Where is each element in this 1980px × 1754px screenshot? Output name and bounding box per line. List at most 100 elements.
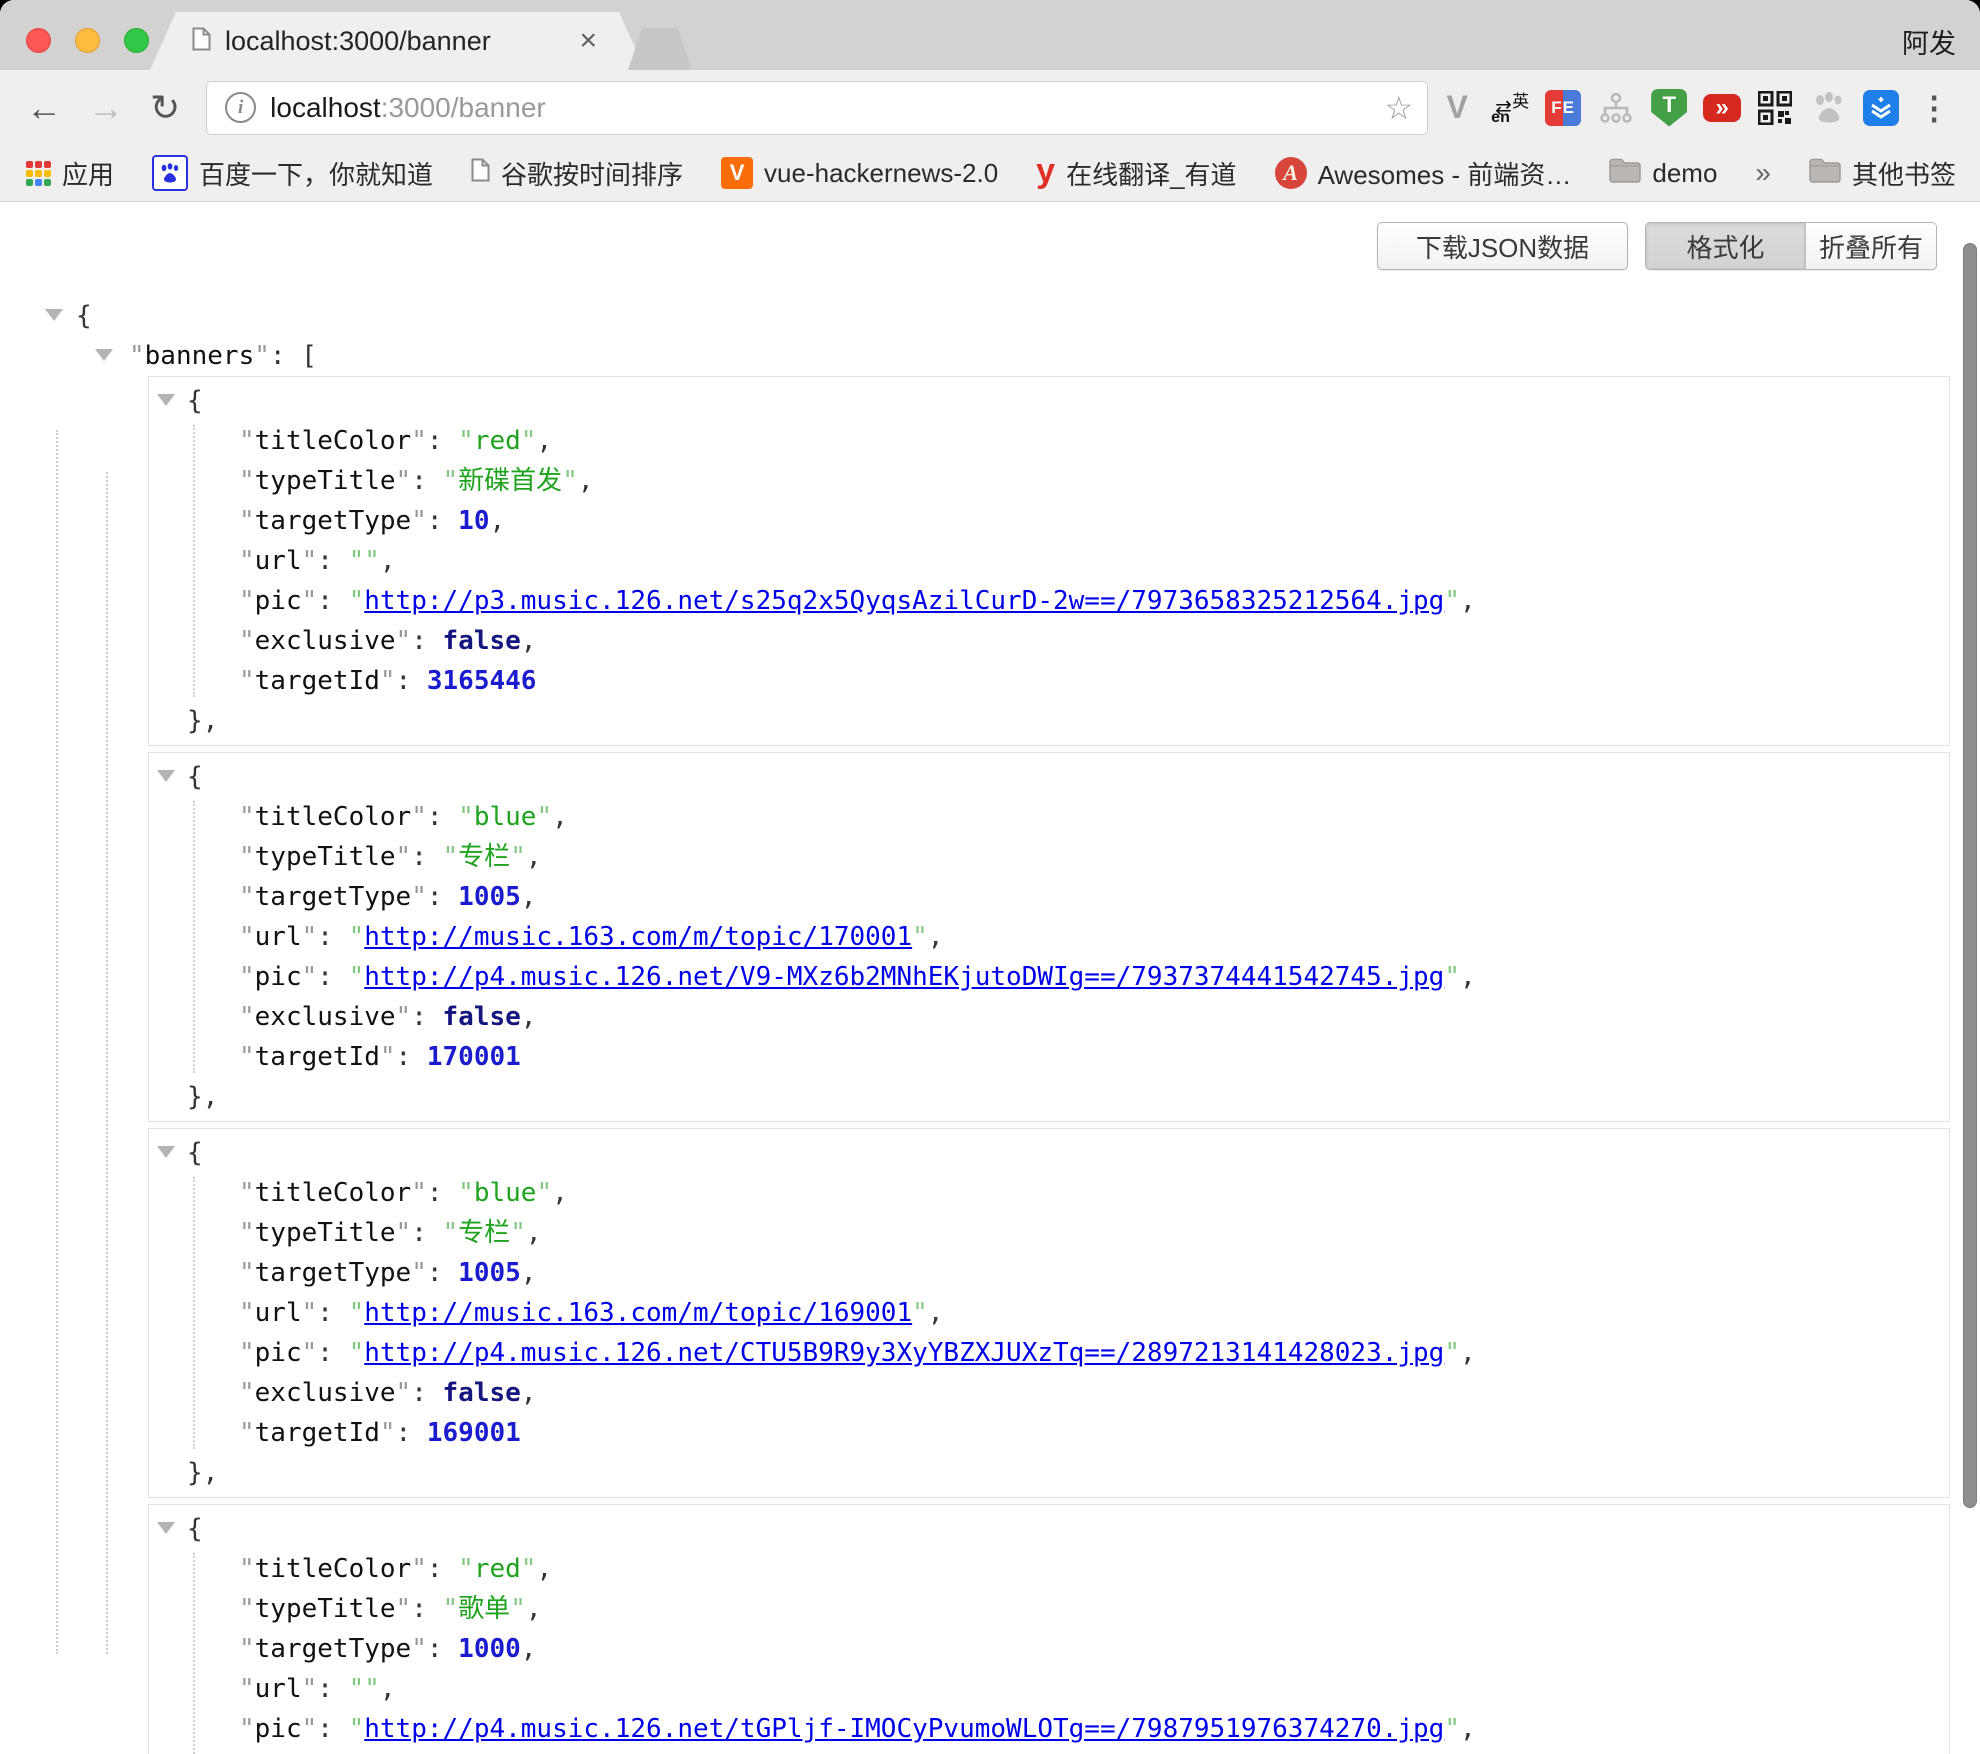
page-content: 下载JSON数据 格式化 折叠所有 { "banners": [ {"title… xyxy=(0,202,1980,1654)
json-prop-line: "titleColor": "blue", xyxy=(149,1173,1949,1213)
bookmark-label: 应用 xyxy=(62,155,114,192)
download-json-button[interactable]: 下载JSON数据 xyxy=(1377,222,1628,270)
bookmark-label: 其他书签 xyxy=(1852,155,1956,192)
json-key: targetId xyxy=(255,1418,380,1448)
json-url-link[interactable]: http://music.163.com/m/topic/170001 xyxy=(364,922,912,952)
json-key: url xyxy=(255,546,302,576)
json-object-close-line: }, xyxy=(149,1077,1949,1117)
window-close-button[interactable] xyxy=(26,28,51,53)
json-url-link[interactable]: http://music.163.com/m/topic/169001 xyxy=(364,1298,912,1328)
bookmark-label: vue-hackernews-2.0 xyxy=(764,158,998,189)
json-string-value: 专栏 xyxy=(458,842,510,872)
bookmark-item[interactable]: Vvue-hackernews-2.0 xyxy=(721,157,998,189)
info-icon[interactable]: i xyxy=(225,92,256,123)
json-url-link[interactable]: http://p4.music.126.net/tGPljf-IMOCyPvum… xyxy=(364,1714,1444,1744)
json-prop-line: "url": "", xyxy=(149,1669,1949,1709)
collapse-toggle-icon[interactable] xyxy=(157,1522,175,1534)
json-object-open-line: { xyxy=(149,381,1949,421)
browser-toolbar: ← → ↻ i localhost :3000/banner ☆ V ⇄英en FE… xyxy=(0,70,1980,145)
json-object-open-line: { xyxy=(149,757,1949,797)
window-minimize-button[interactable] xyxy=(75,28,100,53)
json-key: targetId xyxy=(255,666,380,696)
vue-devtools-icon[interactable]: V xyxy=(1438,89,1476,127)
paw-icon[interactable] xyxy=(1809,89,1847,127)
json-prop-line: "targetId": 3165446 xyxy=(149,661,1949,701)
json-url-link[interactable]: http://p3.music.126.net/s25q2x5QyqsAzilC… xyxy=(364,586,1444,616)
video-speed-icon[interactable]: » xyxy=(1703,89,1741,127)
json-prop-line: "titleColor": "red", xyxy=(149,1549,1949,1589)
json-prop-line: "pic": "http://p3.music.126.net/s25q2x5Q… xyxy=(149,581,1949,621)
json-prop-line: "targetType": 1005, xyxy=(149,1253,1949,1293)
browser-tab[interactable]: localhost:3000/banner × xyxy=(150,12,645,70)
json-key: exclusive xyxy=(255,1002,396,1032)
json-array-item-box: {"titleColor": "blue","typeTitle": "专栏",… xyxy=(148,752,1950,1122)
json-key: targetType xyxy=(255,882,412,912)
json-number-value: 170001 xyxy=(427,1042,521,1072)
page-icon xyxy=(192,27,211,56)
format-button[interactable]: 格式化 xyxy=(1646,223,1805,269)
json-string-value: red xyxy=(474,1554,521,1584)
back-icon[interactable]: ← xyxy=(26,90,62,126)
json-boolean-value: false xyxy=(443,626,521,656)
json-prop-line: "typeTitle": "歌单", xyxy=(149,1589,1949,1629)
json-array-item-box: {"titleColor": "red","typeTitle": "新碟首发"… xyxy=(148,376,1950,746)
json-key: targetType xyxy=(255,506,412,536)
json-key: titleColor xyxy=(255,802,412,832)
json-object-close-line: }, xyxy=(149,701,1949,741)
json-string-value: blue xyxy=(474,802,537,832)
scrollbar-thumb[interactable] xyxy=(1963,243,1977,1508)
fe-helper-icon[interactable]: FE xyxy=(1544,89,1582,127)
bookmark-item[interactable]: 谷歌按时间排序 xyxy=(471,155,683,192)
collapse-toggle-icon[interactable] xyxy=(157,394,175,406)
tab-close-icon[interactable]: × xyxy=(579,26,597,56)
translate-icon[interactable]: ⇄英en xyxy=(1491,89,1529,127)
sync-chevron-icon[interactable] xyxy=(1862,89,1900,127)
json-prop-line: "typeTitle": "新碟首发", xyxy=(149,461,1949,501)
bookmark-item[interactable]: 百度一下，你就知道 xyxy=(152,155,433,192)
json-key: pic xyxy=(255,962,302,992)
json-key: targetType xyxy=(255,1634,412,1664)
extensions-row: V ⇄英en FE T » ⋮ xyxy=(1438,89,1953,127)
json-url-link[interactable]: http://p4.music.126.net/CTU5B9R9y3XyYBZX… xyxy=(364,1338,1444,1368)
collapse-toggle-icon[interactable] xyxy=(157,770,175,782)
view-toggle-group: 格式化 折叠所有 xyxy=(1645,222,1937,270)
json-viewer: { "banners": [ {"titleColor": "red","typ… xyxy=(0,296,1980,1654)
bookmark-label: 在线翻译_有道 xyxy=(1066,155,1236,192)
new-tab-button[interactable] xyxy=(628,28,692,70)
collapse-toggle-icon[interactable] xyxy=(95,349,113,361)
json-prop-line: "pic": "http://p4.music.126.net/V9-MXz6b… xyxy=(149,957,1949,997)
bookmark-item[interactable]: AAwesomes - 前端资… xyxy=(1275,155,1572,192)
bookmark-item[interactable]: 应用 xyxy=(26,155,114,192)
address-bar[interactable]: i localhost :3000/banner ☆ xyxy=(206,81,1428,135)
collapse-toggle-icon[interactable] xyxy=(157,1146,175,1158)
collapse-all-button[interactable]: 折叠所有 xyxy=(1805,223,1936,269)
bookmark-label: demo xyxy=(1652,158,1717,189)
json-key: typeTitle xyxy=(255,1218,396,1248)
sitemap-icon[interactable] xyxy=(1597,89,1635,127)
json-prop-line: "titleColor": "red", xyxy=(149,421,1949,461)
indent-guide xyxy=(56,430,58,1654)
json-url-link[interactable]: http://p4.music.126.net/V9-MXz6b2MNhEKju… xyxy=(364,962,1444,992)
bookmark-star-icon[interactable]: ☆ xyxy=(1384,89,1413,127)
json-prop-line: "exclusive": false, xyxy=(149,1749,1949,1754)
tampermonkey-icon[interactable]: T xyxy=(1650,89,1688,127)
other-bookmarks-folder[interactable]: 其他书签 xyxy=(1809,155,1956,192)
bookmarks-overflow-chevron[interactable]: » xyxy=(1755,157,1771,189)
json-array-item-box: {"titleColor": "red","typeTitle": "歌单","… xyxy=(148,1504,1950,1754)
bookmark-item[interactable]: demo xyxy=(1609,157,1717,190)
collapse-toggle-icon[interactable] xyxy=(45,309,63,321)
profile-name[interactable]: 阿发 xyxy=(1902,22,1956,61)
reload-icon[interactable]: ↻ xyxy=(150,90,180,126)
forward-icon: → xyxy=(88,90,124,126)
folder-icon xyxy=(1809,157,1841,190)
json-prop-line: "targetType": 1000, xyxy=(149,1629,1949,1669)
browser-menu-icon[interactable]: ⋮ xyxy=(1915,89,1953,127)
json-string-value: red xyxy=(474,426,521,456)
json-prop-line: "exclusive": false, xyxy=(149,621,1949,661)
bookmark-item[interactable]: y在线翻译_有道 xyxy=(1036,155,1236,192)
json-string-value: 新碟首发 xyxy=(458,466,562,496)
bookmark-label: Awesomes - 前端资… xyxy=(1318,155,1572,192)
window-zoom-button[interactable] xyxy=(124,28,149,53)
tab-bar: localhost:3000/banner × 阿发 xyxy=(0,0,1980,70)
qr-code-icon[interactable] xyxy=(1756,89,1794,127)
